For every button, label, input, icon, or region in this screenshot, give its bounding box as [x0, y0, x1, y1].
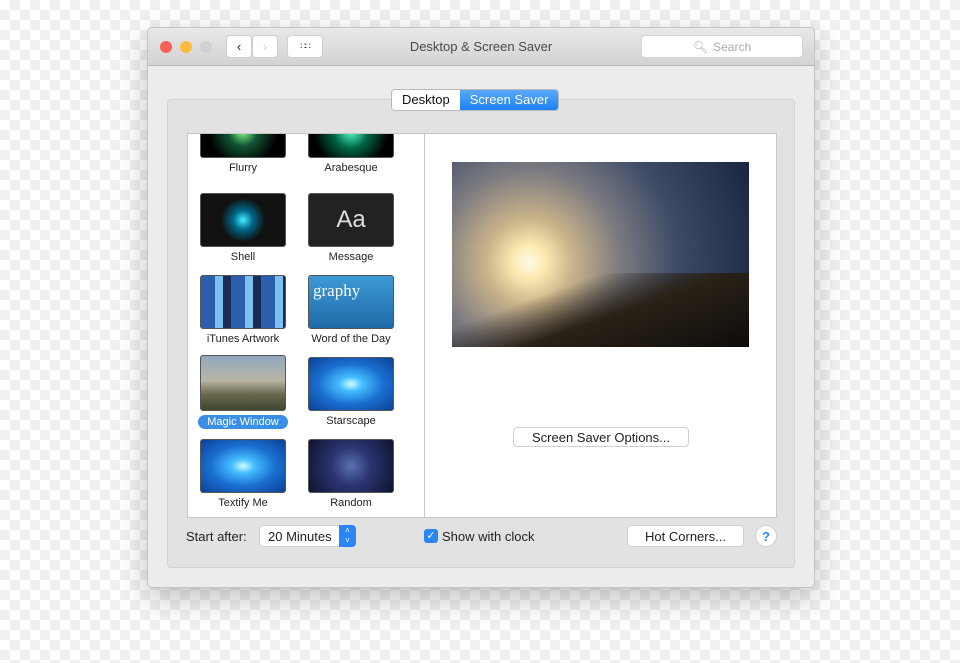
tab-bar: Desktop Screen Saver — [391, 89, 560, 111]
word-thumbnail: graphy — [308, 275, 394, 329]
stepper-arrows-icon: ˄ ˅ — [339, 525, 356, 547]
arabesque-thumbnail — [308, 134, 394, 158]
preferences-window: ‹ › ∷∷ Desktop & Screen Saver 🔍︎ Search D… — [147, 27, 815, 588]
hot-corners-button[interactable]: Hot Corners... — [627, 525, 744, 547]
magic-window-thumbnail — [200, 355, 286, 411]
saver-word-of-the-day[interactable]: graphy Word of the Day — [301, 275, 401, 345]
saver-textify-me[interactable]: Textify Me — [193, 439, 293, 509]
random-thumbnail — [308, 439, 394, 493]
search-icon: 🔍︎ — [692, 39, 709, 54]
screen-saver-preview-image — [452, 162, 749, 347]
checkmark-icon: ✓ — [426, 530, 436, 542]
saver-itunes-artwork[interactable]: iTunes Artwork — [193, 275, 293, 345]
saver-starscape[interactable]: Starscape — [301, 357, 401, 427]
saver-arabesque[interactable]: Arabesque — [301, 134, 401, 174]
flurry-thumbnail — [200, 134, 286, 158]
tab-desktop[interactable]: Desktop — [392, 90, 460, 110]
saver-flurry[interactable]: Flurry — [193, 134, 293, 174]
show-clock-checkbox[interactable]: ✓ — [424, 529, 438, 543]
tab-screen-saver[interactable]: Screen Saver — [459, 90, 559, 110]
itunes-artwork-thumbnail — [200, 275, 286, 329]
show-clock-label[interactable]: Show with clock — [442, 529, 534, 544]
shell-thumbnail — [200, 193, 286, 247]
starscape-thumbnail — [308, 357, 394, 411]
saver-random[interactable]: Random — [301, 439, 401, 509]
textify-me-thumbnail — [200, 439, 286, 493]
start-after-label: Start after: — [186, 529, 247, 544]
search-input[interactable]: 🔍︎ Search — [641, 35, 803, 58]
message-thumbnail: Aa — [308, 193, 394, 247]
start-after-select[interactable]: 20 Minutes ˄ ˅ — [259, 525, 356, 547]
saver-shell[interactable]: Shell — [193, 193, 293, 263]
help-button[interactable]: ? — [755, 525, 777, 547]
saver-magic-window[interactable]: Magic Window — [193, 355, 293, 429]
title-bar: ‹ › ∷∷ Desktop & Screen Saver 🔍︎ Search — [148, 28, 814, 66]
saver-message[interactable]: Aa Message — [301, 193, 401, 263]
screen-saver-options-button[interactable]: Screen Saver Options... — [513, 427, 689, 447]
screen-saver-list[interactable]: Flurry Arabesque Shell Aa Message iTunes … — [187, 133, 425, 518]
